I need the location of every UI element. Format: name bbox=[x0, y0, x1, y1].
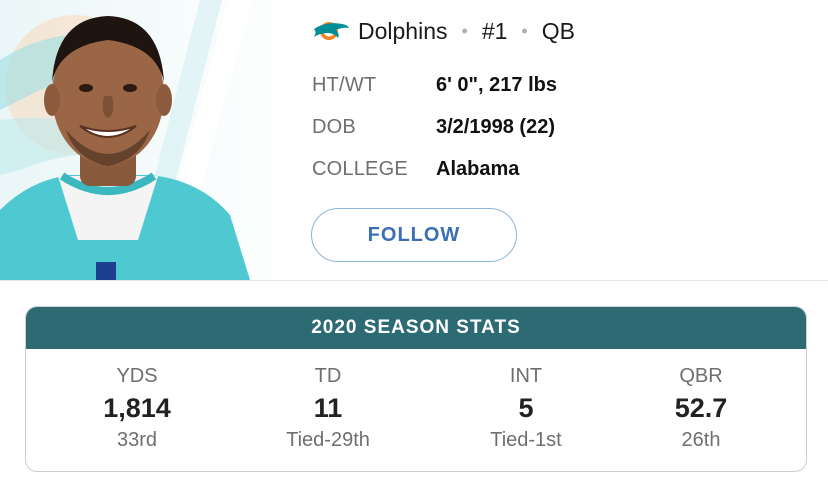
stat-rank: Tied-29th bbox=[286, 429, 370, 451]
stat-label: TD bbox=[314, 365, 342, 387]
info-row-college: COLLEGE Alabama bbox=[312, 154, 519, 184]
separator-dot: • bbox=[461, 20, 468, 41]
stat-value: 1,814 bbox=[103, 393, 171, 423]
stat-value: 11 bbox=[313, 393, 343, 423]
player-header: Dolphins • #1 • QB HT/WT 6' 0", 217 lbs … bbox=[0, 0, 828, 280]
info-label: COLLEGE bbox=[312, 157, 408, 180]
team-position-line: Dolphins • #1 • QB bbox=[312, 14, 575, 48]
stat-value: 52.7 bbox=[674, 393, 728, 423]
info-label: DOB bbox=[312, 115, 356, 138]
stats-row: YDS 1,814 33rd TD 11 Tied-29th INT 5 Tie… bbox=[26, 349, 806, 471]
stat-rank: 33rd bbox=[116, 429, 158, 451]
dolphins-logo-icon bbox=[312, 18, 350, 44]
stat-rank: 26th bbox=[681, 429, 721, 451]
stat-label: INT bbox=[509, 365, 543, 387]
player-headshot bbox=[0, 0, 300, 280]
separator-dot: • bbox=[521, 20, 528, 41]
header-divider bbox=[0, 280, 828, 281]
follow-button[interactable]: FOLLOW bbox=[311, 208, 517, 262]
info-value: 6' 0", 217 lbs bbox=[436, 73, 557, 96]
stat-rank: Tied-1st bbox=[490, 429, 562, 451]
info-value: 3/2/1998 (22) bbox=[436, 115, 555, 138]
player-position: QB bbox=[541, 17, 575, 44]
info-row-height-weight: HT/WT 6' 0", 217 lbs bbox=[312, 70, 557, 100]
stat-label: YDS bbox=[116, 365, 158, 387]
jersey-number: #1 bbox=[481, 17, 508, 44]
season-stats-title: 2020 SEASON STATS bbox=[26, 307, 806, 349]
team-name: Dolphins bbox=[358, 17, 448, 44]
info-row-dob: DOB 3/2/1998 (22) bbox=[312, 112, 555, 142]
info-label: HT/WT bbox=[312, 73, 377, 96]
season-stats-card: 2020 SEASON STATS YDS 1,814 33rd TD 11 T… bbox=[25, 306, 807, 472]
stat-label: QBR bbox=[679, 365, 723, 387]
stat-value: 5 bbox=[518, 393, 534, 423]
info-value: Alabama bbox=[436, 157, 520, 180]
